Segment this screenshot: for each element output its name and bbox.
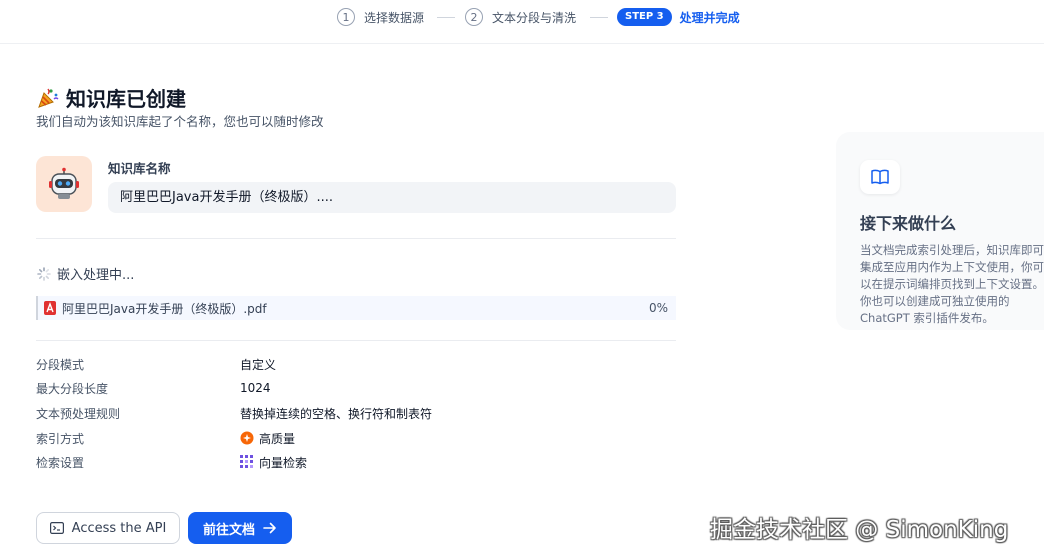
- book-icon: [860, 160, 900, 194]
- access-api-button[interactable]: Access the API: [36, 512, 180, 544]
- settings-key: 索引方式: [36, 431, 85, 446]
- settings-row: 分段模式 自定义: [36, 354, 276, 374]
- settings-key: 分段模式: [36, 357, 85, 372]
- terminal-icon: [49, 522, 64, 534]
- step-connector: [437, 17, 455, 18]
- arrow-right-icon: [263, 522, 277, 534]
- settings-value-text: 替换掉连续的空格、换行符和制表符: [240, 406, 433, 421]
- page-title: 知识库已创建: [66, 87, 186, 111]
- file-name: 阿里巴巴Java开发手册（终极版）.pdf: [62, 301, 267, 316]
- access-api-label: Access the API: [71, 520, 167, 536]
- step-3: STEP 3 处理并完成: [617, 7, 740, 27]
- next-steps-text: 当文档完成索引处理后，知识库即可集成至应用内作为上下文使用，你可以在提示词编排页…: [860, 243, 1044, 325]
- step-1-number: 1: [337, 8, 355, 26]
- next-steps-card: 接下来做什么 当文档完成索引处理后，知识库即可集成至应用内作为上下文使用，你可以…: [836, 132, 1044, 330]
- page-subtitle: 我们自动为该知识库起了个名称，您也可以随时修改: [36, 114, 324, 129]
- settings-value: 高质量: [240, 430, 295, 447]
- step-3-label: 处理并完成: [679, 10, 740, 25]
- file-progress-percent: 0%: [648, 301, 668, 315]
- step-2: 2 文本分段与清洗: [465, 7, 576, 27]
- settings-value: 替换掉连续的空格、换行符和制表符: [240, 405, 432, 422]
- step-3-badge: STEP 3: [617, 8, 672, 26]
- step-2-number: 2: [465, 8, 483, 26]
- step-1: 1 选择数据源: [337, 7, 424, 27]
- step-1-label: 选择数据源: [364, 10, 425, 25]
- go-to-document-button[interactable]: 前往文档: [188, 512, 292, 544]
- embedding-status-label: 嵌入处理中...: [57, 268, 135, 283]
- settings-value: 向量检索: [240, 454, 307, 471]
- settings-key: 文本预处理规则: [36, 406, 121, 421]
- next-steps-title: 接下来做什么: [860, 214, 957, 233]
- settings-key: 最大分段长度: [36, 381, 109, 396]
- file-progress-row: 阿里巴巴Java开发手册（终极版）.pdf 0%: [36, 296, 676, 320]
- settings-value-text: 高质量: [259, 431, 296, 446]
- divider: [36, 340, 676, 341]
- vector-grid-icon: [240, 455, 254, 469]
- settings-value-text: 1024: [240, 381, 271, 395]
- settings-key: 检索设置: [36, 455, 85, 470]
- settings-value: 1024: [240, 381, 271, 395]
- watermark: 掘金技术社区 @ SimonKing: [710, 517, 1009, 543]
- loading-spinner-icon: [37, 266, 51, 281]
- embedding-status: 嵌入处理中...: [37, 264, 134, 283]
- title-row: 知识库已创建: [36, 83, 186, 112]
- settings-row: 文本预处理规则 替换掉连续的空格、换行符和制表符: [36, 403, 432, 423]
- kb-name-input[interactable]: 阿里巴巴Java开发手册（终极版）....: [108, 182, 676, 213]
- settings-row: 索引方式 高质量: [36, 428, 295, 448]
- kb-avatar[interactable]: [36, 156, 92, 212]
- settings-row: 最大分段长度 1024: [36, 378, 271, 398]
- step-2-label: 文本分段与清洗: [492, 10, 577, 25]
- settings-row: 检索设置 向量检索: [36, 452, 307, 472]
- kb-name-label: 知识库名称: [108, 161, 171, 176]
- robot-icon: [49, 167, 79, 199]
- settings-value: 自定义: [240, 356, 276, 373]
- step-connector: [590, 17, 608, 18]
- settings-value-text: 向量检索: [259, 455, 308, 470]
- party-popper-icon: [36, 86, 60, 110]
- orange-star-icon: [240, 431, 254, 445]
- pdf-icon: [44, 301, 56, 315]
- stepper: 1 选择数据源 2 文本分段与清洗 STEP 3 处理并完成: [0, 0, 1044, 44]
- divider: [36, 238, 676, 239]
- settings-value-text: 自定义: [240, 357, 277, 372]
- go-to-document-label: 前往文档: [202, 522, 255, 538]
